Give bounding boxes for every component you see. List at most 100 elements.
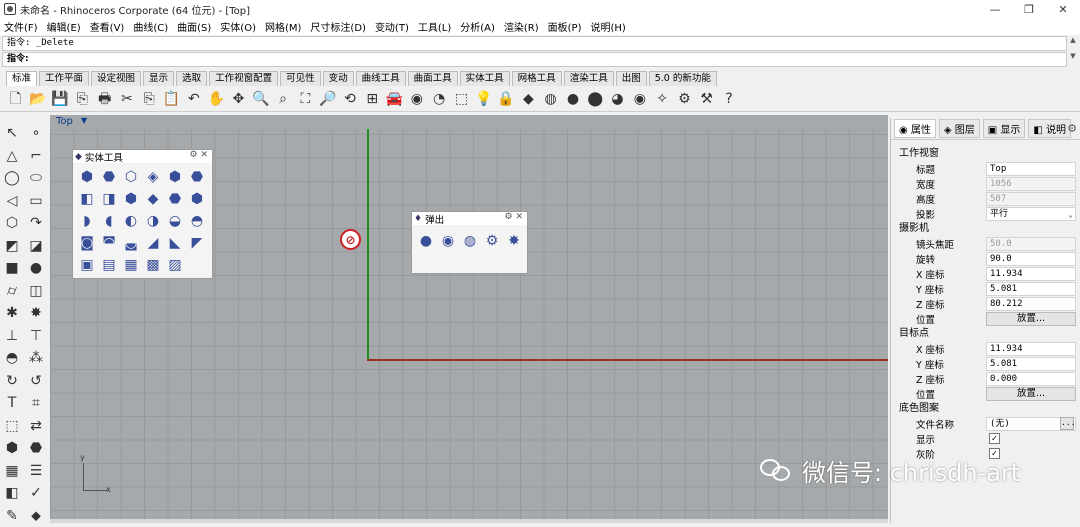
light-icon[interactable]: 💡 [474, 90, 493, 109]
cube-icon[interactable]: ◧ [0, 482, 24, 505]
arc-icon[interactable]: ◁ [0, 190, 24, 213]
solid-tool-icon[interactable]: ◖ [98, 210, 120, 232]
solid-tool-icon[interactable]: ▩ [142, 254, 164, 276]
tab-toolbar[interactable]: 曲线工具 [356, 71, 406, 86]
popup-panel-controls[interactable]: ⚙ ✕ [505, 212, 523, 222]
curve-icon[interactable]: ⌐ [24, 145, 48, 168]
menu-item[interactable]: 文件(F) [4, 19, 38, 34]
menu-item[interactable]: 说明(H) [591, 19, 626, 34]
menu-item[interactable]: 工具(L) [418, 19, 451, 34]
solid-tool-icon[interactable]: ▨ [164, 254, 186, 276]
cylinder-icon[interactable]: ⌭ [0, 280, 24, 303]
solid-tool-icon[interactable]: ◓ [186, 210, 208, 232]
menu-item[interactable]: 面板(P) [548, 19, 582, 34]
menu-item[interactable]: 实体(O) [220, 19, 256, 34]
gumball-icon[interactable]: ⬚ [0, 415, 24, 438]
popup-panel-header[interactable]: ♦ 弹出 ⚙ ✕ [412, 212, 527, 225]
polygon-icon[interactable]: ⬡ [0, 212, 24, 235]
extrude-icon[interactable]: ◫ [24, 280, 48, 303]
solid-tool-icon[interactable]: ◣ [164, 232, 186, 254]
solid-tool-icon[interactable]: ▣ [76, 254, 98, 276]
solid-tool-icon[interactable]: ◐ [120, 210, 142, 232]
options-icon[interactable]: ⚒ [697, 90, 716, 109]
solid-tool-icon[interactable]: ⬢ [164, 166, 186, 188]
solid-tool-icon[interactable]: ⬢ [186, 188, 208, 210]
zoom-selected-icon[interactable]: 🔎 [318, 90, 337, 109]
solid-tool-icon[interactable]: ⬡ [120, 166, 142, 188]
camera-z-field[interactable]: 80.212 [986, 297, 1076, 311]
explode-icon[interactable]: ✸ [24, 302, 48, 325]
solid-tool-icon[interactable]: ◤ [186, 232, 208, 254]
solid-tool-icon[interactable]: ◗ [76, 210, 98, 232]
menu-item[interactable]: 网格(M) [265, 19, 301, 34]
menu-item[interactable]: 曲面(S) [177, 19, 211, 34]
browse-button[interactable]: ... [1060, 417, 1074, 430]
mesh-icon[interactable]: ⊥ [0, 325, 24, 348]
camera-place-button[interactable]: 放置... [986, 312, 1076, 326]
layer-icon[interactable]: ◆ [519, 90, 538, 109]
tab-toolbar[interactable]: 可见性 [280, 71, 321, 86]
tab-toolbar[interactable]: 曲面工具 [408, 71, 458, 86]
solid-tool-icon[interactable]: ▤ [98, 254, 120, 276]
move-view-icon[interactable]: ✥ [229, 90, 248, 109]
tab-properties[interactable]: ◉ 属性 [894, 119, 936, 138]
shaded-sphere-icon[interactable]: ● [563, 90, 582, 109]
gear-icon[interactable]: ⚙ [1067, 122, 1077, 135]
tab-toolbar[interactable]: 选取 [176, 71, 207, 86]
tab-toolbar[interactable]: 网格工具 [512, 71, 562, 86]
ellipse-icon[interactable]: ⬭ [24, 167, 48, 190]
new-file-icon[interactable]: 🗋 [6, 90, 25, 109]
text-icon[interactable]: T [0, 392, 24, 415]
wallpaper-filename-field[interactable]: (无)... [986, 417, 1076, 431]
export-icon[interactable]: ⎘ [73, 90, 92, 109]
target-z-field[interactable]: 0.000 [986, 372, 1076, 386]
undo-icon[interactable]: ↶ [184, 90, 203, 109]
solid-tool-icon[interactable]: ◨ [98, 188, 120, 210]
menu-item[interactable]: 渲染(R) [504, 19, 539, 34]
tab-toolbar[interactable]: 标准 [6, 71, 37, 86]
trim-icon[interactable]: ◓ [0, 347, 24, 370]
solid-tool-icon[interactable]: ◛ [120, 232, 142, 254]
box-icon[interactable]: ■ [0, 257, 24, 280]
command-history-scrollbar[interactable]: ▲ [1068, 36, 1078, 51]
rotate-view-icon[interactable]: ⟲ [340, 90, 359, 109]
menu-item[interactable]: 尺寸标注(D) [310, 19, 366, 34]
viewport-name[interactable]: Top [56, 116, 73, 127]
loft-icon[interactable]: ◪ [24, 235, 48, 258]
viewport-title-field[interactable]: Top [986, 162, 1076, 176]
lock-icon[interactable]: 🔒 [497, 90, 516, 109]
viewport-menu-icon[interactable]: ▼ [81, 116, 87, 125]
menu-item[interactable]: 分析(A) [460, 19, 495, 34]
sphere-rendered-icon[interactable]: ◉ [437, 229, 459, 253]
zoom-extents-icon[interactable]: ⛶ [296, 90, 315, 109]
tab-toolbar[interactable]: 工作视窗配置 [209, 71, 278, 86]
tab-display[interactable]: ▣ 显示 [983, 119, 1026, 138]
tab-toolbar[interactable]: 渲染工具 [564, 71, 614, 86]
solid-tools-panel[interactable]: ◆ 实体工具 ⚙ ✕ ⬢⬣⬡◈⬢⬣◧◨⬢◆⬣⬢◗◖◐◑◒◓◙◚◛◢◣◤▣▤▦▩▨ [72, 149, 213, 279]
material-icon[interactable]: ◕ [608, 90, 627, 109]
panel-controls[interactable]: ⚙ ✕ [190, 150, 208, 160]
copy-icon[interactable]: ⎘ [140, 90, 159, 109]
command-input[interactable]: 指令: [2, 52, 1067, 67]
tab-help[interactable]: ◧ 说明 [1028, 119, 1071, 138]
pan-icon[interactable]: ✋ [207, 90, 226, 109]
cut-icon[interactable]: ✂ [117, 90, 136, 109]
render-icon[interactable]: ◉ [630, 90, 649, 109]
named-view-icon[interactable]: ◉ [407, 90, 426, 109]
projection-select[interactable]: 平行⌄ [986, 207, 1076, 221]
viewport-layout-icon[interactable]: ⊞ [363, 90, 382, 109]
select-icon[interactable]: ⬚ [452, 90, 471, 109]
target-x-field[interactable]: 11.934 [986, 342, 1076, 356]
solid-tool-icon[interactable]: ◧ [76, 188, 98, 210]
show-checkbox[interactable]: ✓ [989, 433, 1000, 444]
tab-toolbar[interactable]: 出图 [616, 71, 647, 86]
minimize-button[interactable]: — [978, 0, 1012, 18]
tab-toolbar[interactable]: 变动 [323, 71, 354, 86]
check-icon[interactable]: ✓ [24, 482, 48, 505]
circle-icon[interactable]: ◯ [0, 167, 24, 190]
solid-tool-icon[interactable]: ◆ [142, 188, 164, 210]
sphere-shaded-icon[interactable]: ● [415, 229, 437, 253]
color-wheel-icon[interactable]: ◍ [541, 90, 560, 109]
surface-icon[interactable]: ◩ [0, 235, 24, 258]
fillet-icon[interactable]: ⊤ [24, 325, 48, 348]
